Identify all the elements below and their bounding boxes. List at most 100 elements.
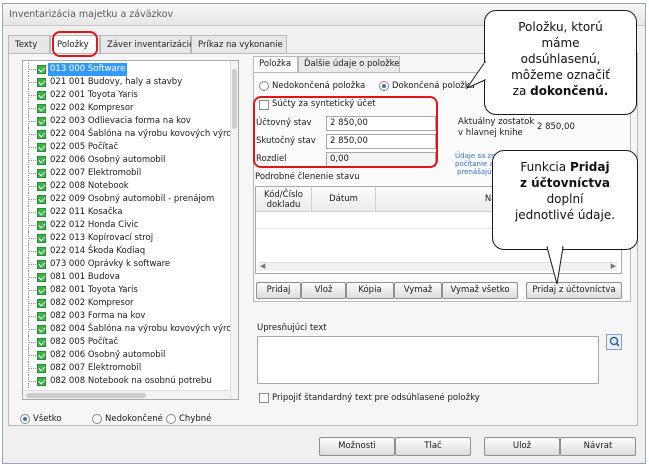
- tree-item[interactable]: 022 004 Šablóna na výrobu kovových výrob: [23, 128, 237, 141]
- column-header-date[interactable]: Dátum: [312, 187, 376, 212]
- tree-item[interactable]: 082 002 Kompresor: [23, 297, 233, 310]
- checkmark-icon[interactable]: [37, 234, 46, 243]
- tree-connector: [28, 264, 36, 265]
- subtab-polozka[interactable]: Položka: [253, 56, 298, 73]
- checkmark-icon[interactable]: [37, 221, 46, 230]
- zoom-search-icon[interactable]: [606, 334, 622, 350]
- save-button[interactable]: Ulož: [484, 437, 560, 456]
- callout-finished-line: Položku, ktorú: [518, 20, 603, 34]
- tree-item[interactable]: 082 007 Elektromobil: [23, 362, 233, 375]
- delete-button[interactable]: Vymaž: [394, 282, 442, 299]
- filter-wrong-radio[interactable]: [166, 414, 176, 424]
- tree-connector: [28, 108, 36, 109]
- checkmark-icon[interactable]: [37, 156, 46, 165]
- tree-item[interactable]: 022 007 Elektromobil: [23, 167, 233, 180]
- back-button[interactable]: Návrat: [560, 437, 636, 456]
- tree-connector: [28, 69, 36, 70]
- checkmark-icon[interactable]: [37, 195, 46, 204]
- checkmark-icon[interactable]: [37, 247, 46, 256]
- delete-all-button[interactable]: Vymaž všetko: [442, 282, 518, 299]
- tree-item[interactable]: 082 004 Šablóna na výrobu kovových výrob: [23, 323, 237, 336]
- status-finished-radio[interactable]: [379, 81, 389, 91]
- tree-item-label: 022 003 Odlievacia forma na kov: [50, 116, 191, 126]
- checkmark-icon[interactable]: [37, 117, 46, 126]
- tree-item[interactable]: 022 001 Toyota Yaris: [23, 89, 233, 102]
- refine-text-area[interactable]: [257, 336, 599, 384]
- status-unfinished-radio[interactable]: [259, 81, 269, 91]
- tree-item[interactable]: 022 011 Kosačka: [23, 206, 233, 219]
- tree-item-label: 022 007 Elektromobil: [50, 168, 142, 178]
- tree-item[interactable]: 082 008 Notebook na osobnú potrebu: [23, 375, 233, 388]
- tree-item[interactable]: 022 012 Honda Civic: [23, 219, 233, 232]
- refine-text-label: Upresňujúci text: [257, 323, 327, 333]
- options-button[interactable]: Možnosti: [319, 437, 395, 456]
- checkmark-icon[interactable]: [37, 130, 46, 139]
- checkmark-icon[interactable]: [37, 104, 46, 113]
- tab-texty[interactable]: Texty: [8, 35, 50, 54]
- scroll-right-icon[interactable]: ▶: [611, 262, 616, 270]
- print-button[interactable]: Tlač: [395, 437, 471, 456]
- tree-item[interactable]: 022 003 Odlievacia forma na kov: [23, 115, 233, 128]
- checkmark-icon[interactable]: [37, 351, 46, 360]
- filter-unfinished-radio[interactable]: [92, 414, 102, 424]
- items-tree[interactable]: 013 000 Software 021 001 Budovy, haly a s…: [22, 60, 239, 400]
- checkmark-icon[interactable]: [37, 182, 46, 191]
- tree-item-label: 013 000 Software: [48, 63, 128, 76]
- tree-item[interactable]: 082 005 Počítač: [23, 336, 233, 349]
- tree-item[interactable]: 022 006 Osobný automobil: [23, 154, 233, 167]
- scroll-left-icon[interactable]: ◀: [260, 262, 265, 270]
- tree-vertical-scrollbar[interactable]: [230, 61, 238, 399]
- tree-item[interactable]: 082 006 Osobný automobil: [23, 349, 233, 362]
- tree-item[interactable]: 081 001 Budova: [23, 271, 233, 284]
- add-button[interactable]: Pridaj: [256, 282, 301, 299]
- checkmark-icon[interactable]: [37, 312, 46, 321]
- callout-finished-line: máme: [541, 36, 580, 50]
- window-title: Inventarizácia majetku a záväzkov: [9, 9, 174, 20]
- callout-ledger-line: doplní: [546, 192, 584, 206]
- checkmark-icon[interactable]: [37, 338, 46, 347]
- checkmark-icon[interactable]: [37, 325, 46, 334]
- tree-horizontal-scrollbar[interactable]: [23, 390, 230, 399]
- insert-button[interactable]: Vlož: [301, 282, 346, 299]
- checkmark-icon[interactable]: [37, 286, 46, 295]
- tree-item[interactable]: 022 014 Škoda Kodiaq: [23, 245, 233, 258]
- checkmark-icon[interactable]: [37, 260, 46, 269]
- tab-zaver-inventarizacie[interactable]: Záver inventarizácie: [100, 35, 194, 54]
- checkmark-icon[interactable]: [37, 208, 46, 217]
- subtab-dalsie-udaje[interactable]: Ďalšie údaje o položke: [298, 56, 400, 72]
- checkmark-icon[interactable]: [37, 273, 46, 282]
- checkmark-icon[interactable]: [37, 364, 46, 373]
- tree-item[interactable]: 073 000 Oprávky k software: [23, 258, 233, 271]
- filter-all-radio[interactable]: [20, 414, 30, 424]
- tree-item[interactable]: 013 000 Software: [23, 63, 233, 76]
- checkmark-icon[interactable]: [37, 299, 46, 308]
- copy-button[interactable]: Kópia: [346, 282, 394, 299]
- callout-ledger-bold: z účtovníctva: [519, 176, 611, 190]
- callout-finished-line: môžeme označiť: [511, 68, 610, 82]
- add-from-ledger-button[interactable]: Pridaj z účtovníctva: [526, 282, 622, 299]
- checkmark-icon[interactable]: [37, 91, 46, 100]
- tree-item-label: 022 012 Honda Civic: [50, 220, 139, 230]
- tree-item-label: 022 002 Kompresor: [50, 103, 134, 113]
- tree-item[interactable]: 022 005 Počítač: [23, 141, 233, 154]
- checkmark-icon[interactable]: [37, 143, 46, 152]
- tree-connector: [28, 95, 36, 96]
- callout-ledger: Funkcia Pridaj z účtovníctva doplní jedn…: [492, 150, 638, 250]
- tab-prikaz-na-vykonanie[interactable]: Príkaz na vykonanie: [191, 35, 287, 54]
- tree-item[interactable]: 021 001 Budovy, haly a stavby: [23, 76, 233, 89]
- column-header-document[interactable]: Kód/Číslo dokladu: [256, 187, 312, 212]
- tree-item[interactable]: 082 001 Toyota Yaris: [23, 284, 233, 297]
- checkmark-icon[interactable]: [37, 78, 46, 87]
- tree-connector: [28, 342, 36, 343]
- append-standard-text-checkbox[interactable]: [259, 393, 269, 403]
- tree-item[interactable]: 022 002 Kompresor: [23, 102, 233, 115]
- checkmark-icon[interactable]: [37, 169, 46, 178]
- callout-ledger-line: Funkcia: [520, 160, 570, 174]
- tree-item-label: 082 002 Kompresor: [50, 298, 134, 308]
- tree-item[interactable]: 022 009 Osobný automobil - prenájom: [23, 193, 233, 206]
- checkmark-icon[interactable]: [37, 377, 46, 386]
- tree-item[interactable]: 022 008 Notebook: [23, 180, 233, 193]
- checkmark-icon[interactable]: [37, 65, 46, 74]
- tree-item[interactable]: 082 003 Forma na kov: [23, 310, 233, 323]
- tree-item[interactable]: 022 013 Kopírovací stroj: [23, 232, 233, 245]
